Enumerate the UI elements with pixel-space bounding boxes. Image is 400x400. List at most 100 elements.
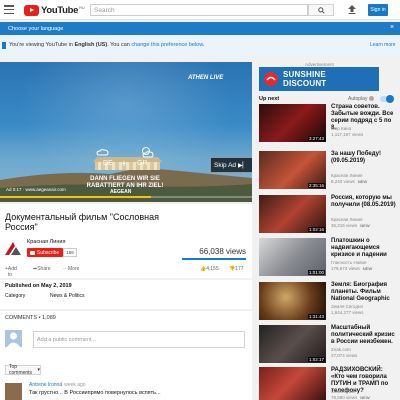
logo-region: RU	[79, 4, 85, 10]
destination-code: GR	[137, 160, 148, 167]
related-video-title[interactable]: Россия, которую мы получили (08.05.2019)	[331, 195, 397, 209]
banner-ad[interactable]: SUNSHINE DISCOUNT	[259, 67, 379, 91]
related-video-title[interactable]: Платошкин о надвигающемся кризисе и паде…	[331, 238, 397, 259]
video-description: Published on May 2, 2019 Category News &…	[0, 280, 252, 309]
related-video-channel: Земля Сегодня	[331, 304, 363, 309]
close-icon[interactable]: ×	[390, 24, 394, 31]
autoplay-toggle[interactable]	[380, 95, 394, 103]
current-language: English (US)	[74, 42, 108, 48]
publish-date: Published on May 2, 2019	[5, 283, 72, 289]
sort-comments-button[interactable]: Top comments ▾	[5, 364, 41, 376]
view-count-text: 179,674 views	[331, 266, 360, 271]
default-avatar-icon	[7, 332, 20, 347]
video-thumbnail[interactable]	[259, 367, 326, 400]
channel-avatar[interactable]	[5, 242, 21, 255]
channel-name[interactable]: Красная Линия	[27, 239, 65, 245]
like-ratio-bar	[182, 258, 246, 260]
cloud-icon	[96, 149, 109, 156]
learn-more-link[interactable]: Learn more	[370, 42, 396, 48]
related-video-title[interactable]: За нашу Победу! (09.05.2019)	[331, 151, 397, 165]
share-label: Share	[37, 266, 51, 272]
video-thumbnail[interactable]: 1:31:43	[259, 282, 326, 320]
related-video-item[interactable]: 1:31:43 Земля: Биография планеты. Фильм N…	[259, 282, 400, 320]
like-count: 4,155	[206, 266, 219, 272]
youtube-logo[interactable]: YouTube RU	[24, 4, 85, 16]
view-count: 66,038 views	[199, 247, 246, 256]
search-button[interactable]	[308, 4, 334, 16]
dislike-count: 177	[235, 266, 244, 272]
banner-line-2: DISCOUNT	[283, 79, 327, 88]
related-video-views: 79,590 views NEW	[331, 395, 371, 400]
language-banner: Choose your language × You're viewing Yo…	[0, 22, 400, 56]
logo-text: YouTube	[41, 4, 79, 16]
comment-input[interactable]: Add a public comment...	[33, 331, 245, 348]
video-thumbnail[interactable]: 1:02:16	[259, 195, 326, 233]
video-player[interactable]: ATHEN LIVE DE ✈ GR DANN FLIEGEN WIR SIE …	[0, 62, 252, 202]
related-video-item[interactable]: 1:02:17 Масштабный политический кризис в …	[259, 325, 400, 363]
comment-author-avatar[interactable]	[5, 383, 22, 400]
video-duration: 3:27:43	[307, 136, 325, 141]
video-duration: 1:02:17	[307, 357, 325, 362]
category-value[interactable]: News & Politics	[50, 293, 84, 299]
share-button[interactable]: ➦ Share	[33, 266, 51, 272]
up-next-label: Up next	[259, 96, 280, 102]
language-message-prefix: You're viewing YouTube in	[9, 42, 75, 48]
like-button[interactable]: 👍4,155	[200, 266, 219, 272]
related-video-item[interactable]: 1:01:00 Платошкин о надвигающемся кризисе…	[259, 238, 400, 276]
info-icon[interactable]	[369, 96, 374, 101]
related-video-views: 35,216 views NEW	[331, 223, 371, 228]
change-language-link[interactable]: change this preference below	[131, 42, 203, 48]
add-to-button[interactable]: + Add to	[5, 266, 17, 278]
related-video-channel: SolovMedia	[331, 389, 355, 394]
related-video-channel: Znak.com	[331, 347, 351, 352]
video-thumbnail[interactable]: 2:35:16	[259, 151, 326, 189]
subscribe-label: Subscribe	[37, 249, 60, 256]
related-video-views: 1,644,277 views	[331, 310, 364, 315]
related-video-item[interactable]: РАДЗИХОВСКИЙ: «Кто чем говорила ПУТИН и …	[259, 367, 400, 400]
language-banner-title: Choose your language	[8, 25, 64, 32]
upload-icon[interactable]	[348, 5, 356, 14]
search-input[interactable]: Search	[90, 4, 308, 16]
related-video-item[interactable]: 2:35:16 За нашу Победу! (09.05.2019) Красн…	[259, 151, 400, 189]
sign-in-button[interactable]: Sign in	[368, 4, 388, 16]
user-avatar	[5, 330, 22, 347]
autoplay-label: Autoplay	[348, 96, 368, 102]
video-thumbnail[interactable]: 1:02:17	[259, 325, 326, 363]
add-to-label: Add to	[7, 266, 17, 278]
video-progress-bar[interactable]	[0, 196, 252, 198]
video-title: Документальный фильм "Сословная Россия"	[5, 212, 159, 232]
ad-slogan: DANN FLIEGEN WIR SIE RABATTIERT AN IHR Z…	[60, 176, 190, 190]
video-thumbnail[interactable]: 3:27:43	[259, 104, 326, 142]
language-banner-header: Choose your language ×	[0, 22, 400, 35]
ad-info-label[interactable]: Ad 0:17 · www.aegeanair.com	[6, 187, 66, 192]
comment-time[interactable]: 1 week ago	[60, 382, 86, 388]
dislike-button[interactable]: 👎177	[229, 266, 244, 272]
skip-ad-button[interactable]: Skip Ad ▶▏	[210, 157, 252, 173]
video-progress-fill	[0, 196, 152, 198]
sun-logo-icon	[264, 72, 278, 86]
video-duration: 1:31:43	[307, 314, 325, 319]
subscribe-button[interactable]: Subscribe	[27, 248, 63, 257]
video-thumbnail[interactable]: 1:01:00	[259, 238, 326, 276]
related-video-title[interactable]: Земля: Биография планеты. Фильм National…	[331, 282, 397, 303]
view-count-text: 1,644,277 views	[331, 310, 364, 315]
related-video-title[interactable]: Масштабный политический кризис в России …	[331, 325, 397, 346]
weather-icon	[142, 147, 154, 158]
language-message-suffix: .	[202, 42, 205, 48]
related-video-item[interactable]: 3:27:43 Страна советов. Забытые вожди. Вс…	[259, 104, 400, 142]
comment-author[interactable]: Antrenе Ironna	[29, 382, 62, 388]
view-count-text: 35,216 views	[331, 223, 358, 228]
athen-live-label: ATHEN LIVE	[188, 75, 224, 81]
comments-count: COMMENTS • 1,089	[5, 315, 56, 321]
language-banner-body: You're viewing YouTube in English (US). …	[0, 35, 400, 56]
new-badge: NEW	[359, 395, 371, 400]
video-duration: 1:02:16	[307, 227, 325, 232]
masthead: YouTube RU Search Sign in	[0, 0, 400, 20]
view-count-text: 27,074 views	[331, 353, 358, 358]
more-button[interactable]: ··· More	[63, 266, 79, 272]
skip-arrow-icon: ▶▏	[238, 162, 248, 169]
menu-icon[interactable]	[4, 5, 14, 14]
language-message: You're viewing YouTube in English (US). …	[9, 42, 204, 48]
related-video-item[interactable]: 1:02:16 Россия, которую мы получили (08.0…	[259, 195, 400, 233]
related-video-views: 179,674 views NEW	[331, 266, 374, 271]
